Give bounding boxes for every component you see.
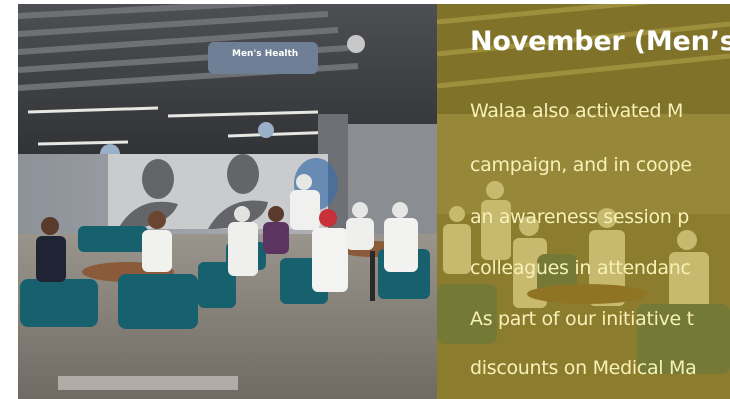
event-photo: Men's Health [18, 4, 440, 399]
panel-title: November (Men’s [470, 26, 730, 57]
content-panel: November (Men’s Walaa also activated M c… [437, 4, 730, 399]
panel-text-line: discounts on Medical Ma [470, 357, 697, 379]
photo-banner-text: Men's Health [232, 49, 298, 59]
panel-yellow-overlay [437, 4, 730, 399]
panel-text-line: colleagues in attendanc [470, 257, 691, 279]
panel-text-line: an awareness session p [470, 206, 690, 228]
panel-text-line: As part of our initiative t [470, 308, 694, 330]
panel-text-line: campaign, and in coope [470, 154, 692, 176]
slide-frame: Men's Health November (Men’s Walaa also … [0, 0, 730, 399]
panel-text-line: Walaa also activated M [470, 100, 684, 122]
